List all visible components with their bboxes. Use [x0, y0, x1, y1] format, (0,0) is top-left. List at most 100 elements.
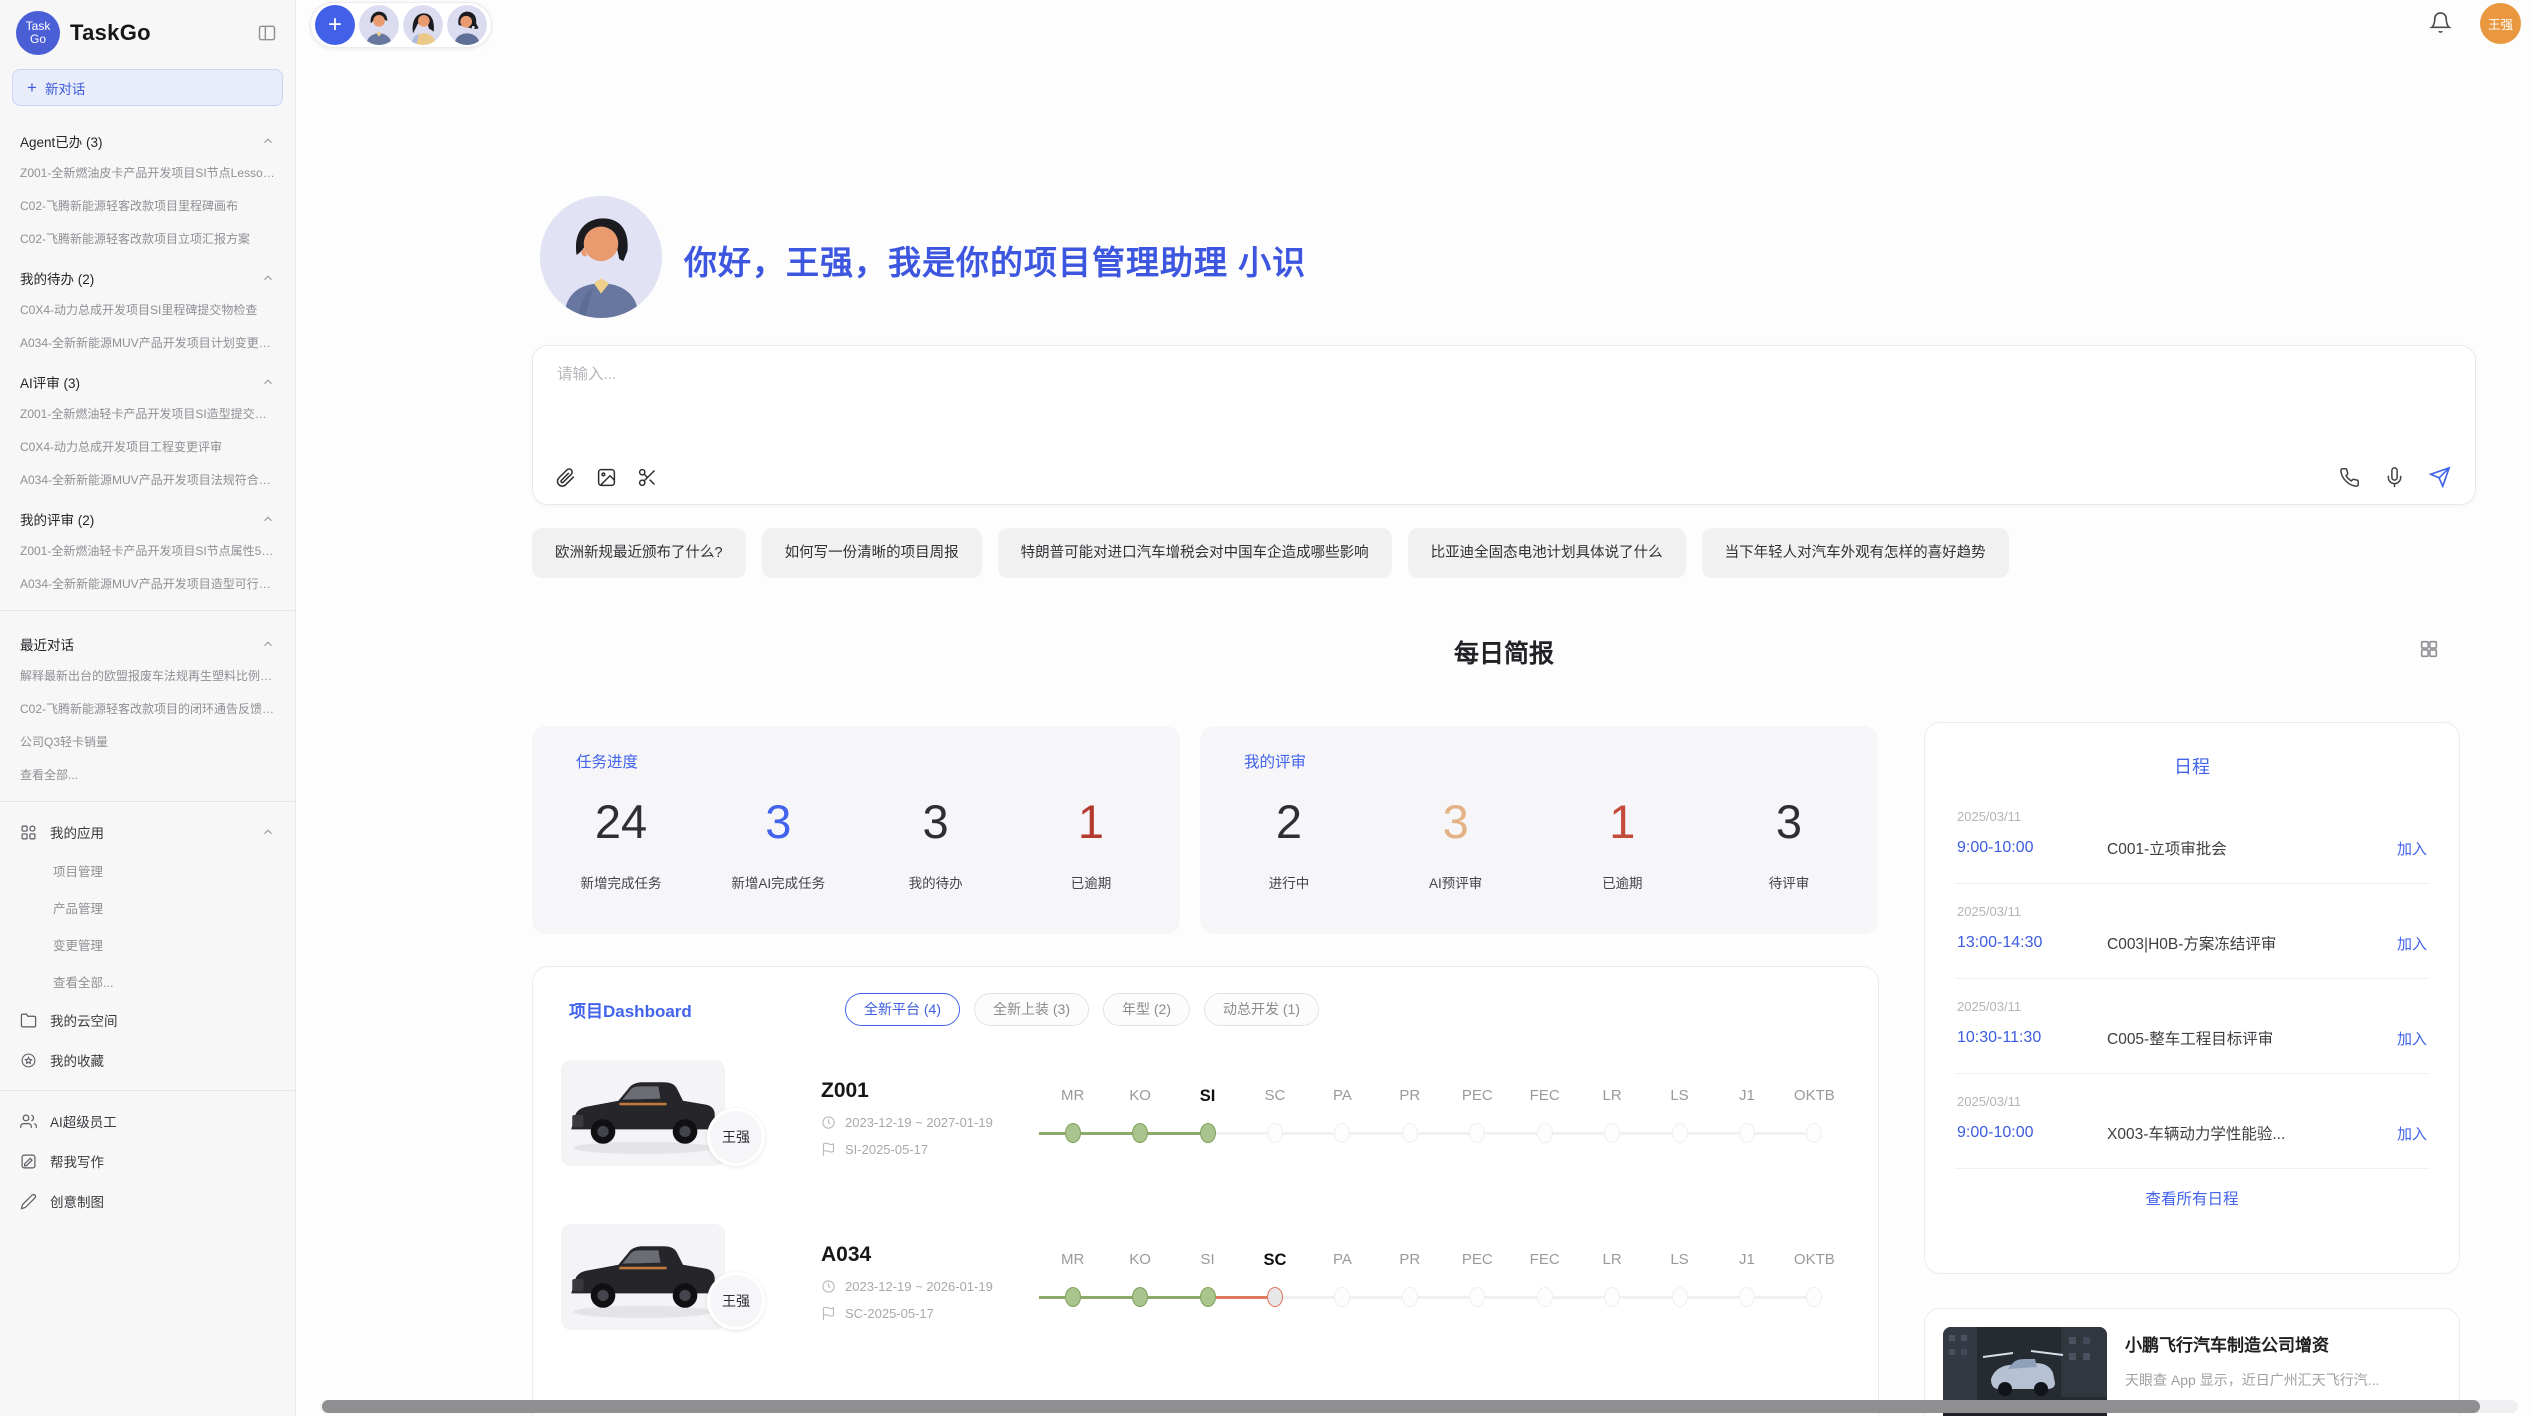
- milestone-node-future: [1604, 1287, 1620, 1307]
- sidebar-task-item[interactable]: C02-飞腾新能源轻客改款项目里程碑画布: [0, 189, 295, 222]
- layout-grid-icon[interactable]: [2418, 638, 2440, 660]
- milestone-node-future: [1267, 1123, 1283, 1143]
- chevron-up-icon: [261, 637, 275, 651]
- sidebar-collapse-icon[interactable]: [255, 21, 279, 45]
- app-link-product-mgmt[interactable]: 产品管理: [0, 889, 295, 926]
- avatar[interactable]: [447, 5, 487, 45]
- sidebar-task-item[interactable]: Z001-全新燃油皮卡产品开发项目SI节点Lesson Learn报告: [0, 156, 295, 189]
- section-ai-review[interactable]: AI评审 (3): [0, 359, 295, 397]
- suggestion-chip[interactable]: 如何写一份清晰的项目周报: [762, 528, 982, 578]
- apps-grid-icon: [20, 824, 37, 841]
- schedule-view-all[interactable]: 查看所有日程: [1955, 1169, 2429, 1227]
- suggestion-chip[interactable]: 特朗普可能对进口汽车增税会对中国车企造成哪些影响: [998, 528, 1392, 578]
- join-link[interactable]: 加入: [2397, 1028, 2427, 1049]
- clock-icon: [821, 1115, 836, 1130]
- avatar[interactable]: [359, 5, 399, 45]
- image-icon[interactable]: [596, 467, 617, 488]
- microphone-icon[interactable]: [2384, 467, 2405, 488]
- divider: [0, 1090, 295, 1091]
- add-session-button[interactable]: +: [315, 5, 355, 45]
- my-review-card: 我的评审 2 进行中 3 AI预评审 1 已逾期 3: [1200, 726, 1878, 934]
- schedule-time: 9:00-10:00: [1957, 1124, 2107, 1142]
- tab-powertrain[interactable]: 动总开发 (1): [1204, 993, 1319, 1026]
- milestone-node-future: [1537, 1123, 1553, 1143]
- tab-new-body[interactable]: 全新上装 (3): [974, 993, 1089, 1026]
- greeting-title: 你好，王强，我是你的项目管理助理 小识: [684, 236, 1306, 284]
- sidebar-task-item[interactable]: C02-飞腾新能源轻客改款项目立项汇报方案: [0, 222, 295, 255]
- daily-stat-cards: 任务进度 24 新增完成任务 3 新增AI完成任务 3 我的待办: [532, 726, 1878, 934]
- sidebar-task-item[interactable]: C0X4-动力总成开发项目SI里程碑提交物检查: [0, 293, 295, 326]
- chevron-up-icon: [261, 375, 275, 389]
- scissors-icon[interactable]: [637, 467, 658, 488]
- sidebar-task-item[interactable]: Z001-全新燃油轻卡产品开发项目SI造型提交物评审: [0, 397, 295, 430]
- stat: 24 新增完成任务: [576, 796, 666, 892]
- sidebar-item-creative-draw[interactable]: 创意制图: [0, 1181, 295, 1221]
- sidebar-task-item[interactable]: A034-全新新能源MUV产品开发项目法规符合性评审: [0, 463, 295, 496]
- join-link[interactable]: 加入: [2397, 933, 2427, 954]
- join-link[interactable]: 加入: [2397, 1123, 2427, 1144]
- sidebar-item-favorites[interactable]: 我的收藏: [0, 1040, 295, 1080]
- project-flag: SC-2025-05-17: [821, 1306, 1039, 1321]
- card-title: 任务进度: [576, 750, 1136, 772]
- schedule-time: 13:00-14:30: [1957, 934, 2107, 952]
- suggestion-chip[interactable]: 当下年轻人对汽车外观有怎样的喜好趋势: [1702, 528, 2009, 578]
- write-box-icon: [20, 1153, 37, 1170]
- sidebar-task-item[interactable]: C0X4-动力总成开发项目工程变更评审: [0, 430, 295, 463]
- project-code: A034: [821, 1243, 1039, 1267]
- sidebar-item-cloud-space[interactable]: 我的云空间: [0, 1000, 295, 1040]
- new-chat-button[interactable]: + 新对话: [12, 69, 283, 106]
- recent-chats-view-all[interactable]: 查看全部...: [0, 758, 295, 791]
- people-icon: [20, 1113, 37, 1130]
- section-recent-chats[interactable]: 最近对话: [0, 621, 295, 659]
- car-image: [561, 1060, 725, 1166]
- sidebar-task-item[interactable]: A034-全新新能源MUV产品开发项目造型可行性评审: [0, 567, 295, 600]
- sidebar-item-ai-staff[interactable]: AI超级员工: [0, 1101, 295, 1141]
- daily-brief-title: 每日简报: [1454, 640, 1554, 668]
- project-row[interactable]: 王强 A034 2023-12-19 ~ 2026-01-19 SC-2025-…: [533, 1200, 1878, 1364]
- section-my-review[interactable]: 我的评审 (2): [0, 496, 295, 534]
- sidebar-task-item[interactable]: Z001-全新燃油轻卡产品开发项目SI节点属性5D文件评审: [0, 534, 295, 567]
- composer-right-tools: [2339, 466, 2451, 488]
- section-agent-done[interactable]: Agent已办 (3): [0, 118, 295, 156]
- car-image: [561, 1224, 725, 1330]
- schedule-title: 日程: [1955, 747, 2429, 789]
- sidebar-item-my-apps[interactable]: 我的应用: [0, 812, 295, 852]
- app-link-project-mgmt[interactable]: 项目管理: [0, 852, 295, 889]
- send-icon[interactable]: [2429, 466, 2451, 488]
- milestone-node-future: [1537, 1287, 1553, 1307]
- section-my-todo[interactable]: 我的待办 (2): [0, 255, 295, 293]
- app-link-change-mgmt[interactable]: 变更管理: [0, 926, 295, 963]
- phone-icon[interactable]: [2339, 467, 2360, 488]
- avatar[interactable]: [403, 5, 443, 45]
- plus-icon: +: [27, 79, 37, 96]
- app-title: TaskGo: [70, 20, 245, 46]
- milestone-node-done: [1132, 1123, 1148, 1143]
- sidebar-item-help-write[interactable]: 帮我写作: [0, 1141, 295, 1181]
- horizontal-scrollbar-thumb[interactable]: [322, 1400, 2480, 1413]
- assistant-avatar: [540, 196, 662, 318]
- recent-chat-item[interactable]: 公司Q3轻卡销量: [0, 725, 295, 758]
- schedule-item: 2025/03/11 10:30-11:30 C005-整车工程目标评审 加入: [1955, 979, 2429, 1074]
- tab-new-platform[interactable]: 全新平台 (4): [845, 993, 960, 1026]
- join-link[interactable]: 加入: [2397, 838, 2427, 859]
- apps-view-all[interactable]: 查看全部...: [0, 963, 295, 1000]
- project-row[interactable]: 王强 Z001 2023-12-19 ~ 2027-01-19 SI-2025-…: [533, 1036, 1878, 1200]
- project-info: A034 2023-12-19 ~ 2026-01-19 SC-2025-05-…: [787, 1243, 1039, 1321]
- tab-year-model[interactable]: 年型 (2): [1103, 993, 1190, 1026]
- suggestion-chips: 欧洲新规最近颁布了什么? 如何写一份清晰的项目周报 特朗普可能对进口汽车增税会对…: [532, 528, 2476, 578]
- sidebar-task-item[interactable]: A034-全新新能源MUV产品开发项目计划变更表编写: [0, 326, 295, 359]
- schedule-event-title: C005-整车工程目标评审: [2107, 1027, 2397, 1049]
- recent-chat-item[interactable]: 解释最新出台的欧盟报废车法规再生塑料比例被调至15%...: [0, 659, 295, 692]
- attachment-icon[interactable]: [555, 467, 576, 488]
- recent-chat-item[interactable]: C02-飞腾新能源轻客改款项目的闭环通告反馈情况: [0, 692, 295, 725]
- suggestion-chip[interactable]: 比亚迪全固态电池计划具体说了什么: [1408, 528, 1686, 578]
- chevron-up-icon: [261, 512, 275, 526]
- stat: 3 待评审: [1744, 796, 1834, 892]
- milestone-node-future: [1334, 1123, 1350, 1143]
- schedule-item: 2025/03/11 13:00-14:30 C003|H0B-方案冻结评审 加…: [1955, 884, 2429, 979]
- project-code: Z001: [821, 1079, 1039, 1103]
- milestone-node-future: [1469, 1287, 1485, 1307]
- user-avatar[interactable]: 王强: [2480, 3, 2521, 44]
- chat-input[interactable]: [557, 366, 2157, 384]
- suggestion-chip[interactable]: 欧洲新规最近颁布了什么?: [532, 528, 746, 578]
